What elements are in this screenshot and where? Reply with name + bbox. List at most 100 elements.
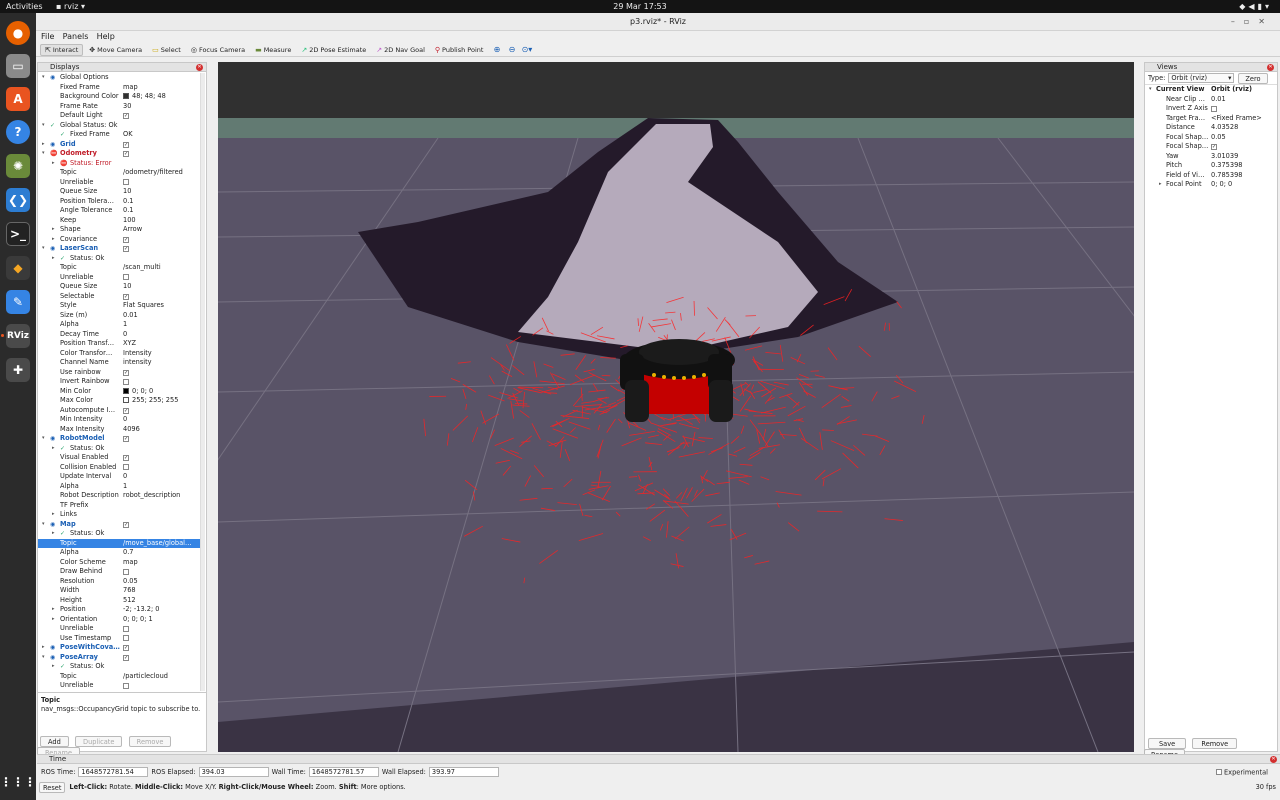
view-property-value-cell[interactable]: Orbit (rviz) xyxy=(1211,85,1273,95)
checkbox[interactable] xyxy=(123,274,129,280)
display-property-row[interactable]: ▸ ✓ Status: Ok xyxy=(38,529,201,539)
chevron-right-icon[interactable]: ▸ xyxy=(1159,180,1162,190)
zero-button[interactable]: Zero xyxy=(1238,72,1268,84)
chevron-down-icon[interactable]: ▾ xyxy=(42,434,45,444)
checkbox[interactable] xyxy=(1211,105,1217,112)
checkbox[interactable]: ✓ xyxy=(123,246,129,252)
display-property-row[interactable]: ▸ ◉ PoseWithCova… ✓ xyxy=(38,643,201,653)
chevron-right-icon[interactable]: ▸ xyxy=(52,529,55,539)
checkbox[interactable]: ✓ xyxy=(123,645,129,651)
focus-camera-tool[interactable]: ◎ Focus Camera xyxy=(187,44,249,56)
property-value-cell[interactable] xyxy=(123,273,201,283)
chevron-down-icon[interactable]: ▾ xyxy=(42,73,45,83)
chevron-down-icon[interactable]: ▾ xyxy=(42,244,45,254)
view-property-row[interactable]: Focal Shap… ✓ xyxy=(1145,142,1277,152)
property-value-cell[interactable]: ✓ xyxy=(123,643,201,653)
property-value-cell[interactable]: ✓ xyxy=(123,368,201,378)
property-value-cell[interactable]: 0.05 xyxy=(123,577,201,587)
view-property-value-cell[interactable]: 0.375398 xyxy=(1211,161,1273,171)
display-property-row[interactable]: Topic/odometry/filtered xyxy=(38,168,201,178)
menu-file[interactable]: File xyxy=(41,31,54,43)
sublime-icon[interactable]: ◆ xyxy=(6,256,30,280)
property-value-cell[interactable]: 30 xyxy=(123,102,201,112)
close-icon[interactable]: ✕ xyxy=(1267,64,1274,71)
clock[interactable]: 29 Mar 17:53 xyxy=(0,2,1280,11)
property-value-cell[interactable]: ✓ xyxy=(123,235,201,245)
help-icon[interactable]: ? xyxy=(6,120,30,144)
display-property-row[interactable]: Position Transf… XYZ xyxy=(38,339,201,349)
view-property-value-cell[interactable]: 0.01 xyxy=(1211,95,1273,105)
display-property-row[interactable]: ▸ ✓ Status: Ok xyxy=(38,254,201,264)
property-value-cell[interactable] xyxy=(123,444,201,454)
display-property-row[interactable]: ▸ Orientation 0; 0; 0; 1 xyxy=(38,615,201,625)
display-property-row[interactable]: Unreliable xyxy=(38,681,201,691)
remove-tool-icon[interactable]: ⊖ xyxy=(504,45,519,54)
settings-icon[interactable]: ✺ xyxy=(6,154,30,178)
3d-viewport[interactable] xyxy=(218,62,1134,752)
display-property-row[interactable]: ▾ ◉ PoseArray ✓ xyxy=(38,653,201,663)
checkbox[interactable] xyxy=(123,179,129,185)
chevron-right-icon[interactable]: ▸ xyxy=(52,615,55,625)
display-property-row[interactable]: Alpha 1 xyxy=(38,320,201,330)
menu-help[interactable]: Help xyxy=(97,31,115,43)
checkbox[interactable]: ✓ xyxy=(123,436,129,442)
display-property-row[interactable]: Queue Size 10 xyxy=(38,187,201,197)
checkbox[interactable]: ✓ xyxy=(123,236,129,243)
display-property-row[interactable]: Topic/scan_multi xyxy=(38,263,201,273)
terminal-icon[interactable]: >_ xyxy=(6,222,30,246)
display-property-row[interactable]: Use Timestamp xyxy=(38,634,201,644)
property-value-cell[interactable]: ✓ xyxy=(123,111,201,121)
close-icon[interactable]: ✕ xyxy=(196,64,203,71)
3d-scene[interactable] xyxy=(218,62,1134,752)
display-property-row[interactable]: Default Light ✓ xyxy=(38,111,201,121)
property-value-cell[interactable]: 0.7 xyxy=(123,548,201,558)
property-value-cell[interactable]: Flat Squares xyxy=(123,301,201,311)
property-value-cell[interactable]: 10 xyxy=(123,187,201,197)
property-value-cell[interactable]: 255; 255; 255 xyxy=(123,396,201,406)
property-value-cell[interactable]: /move_base/global… xyxy=(123,539,201,549)
property-value-cell[interactable] xyxy=(123,121,201,131)
game-icon[interactable]: ✚ xyxy=(6,358,30,382)
wall-elapsed-field[interactable]: 393.97 xyxy=(428,767,499,777)
remove-view-button[interactable]: Remove xyxy=(1192,738,1238,749)
property-value-cell[interactable]: Arrow xyxy=(123,225,201,235)
display-property-row[interactable]: Angle Tolerance 0.1 xyxy=(38,206,201,216)
checkbox[interactable]: ✓ xyxy=(123,369,129,376)
view-property-row[interactable]: ▾ Current View Orbit (rviz) xyxy=(1145,85,1277,95)
property-value-cell[interactable]: Intensity xyxy=(123,349,201,359)
property-value-cell[interactable] xyxy=(123,624,201,634)
property-value-cell[interactable]: 0.01 xyxy=(123,311,201,321)
measure-tool[interactable]: ▬ Measure xyxy=(251,44,295,56)
chevron-right-icon[interactable]: ▸ xyxy=(52,605,55,615)
display-property-row[interactable]: ▸ ✓ Status: Ok xyxy=(38,444,201,454)
ros-elapsed-field[interactable]: 394.03 xyxy=(198,767,269,777)
property-value-cell[interactable] xyxy=(123,463,201,473)
view-property-row[interactable]: Pitch 0.375398 xyxy=(1145,161,1277,171)
checkbox[interactable]: ✓ xyxy=(1211,144,1217,150)
property-value-cell[interactable]: ✓ xyxy=(123,453,201,463)
view-property-row[interactable]: Distance 4.03528 xyxy=(1145,123,1277,133)
display-property-row[interactable]: ▾ ◉ Map ✓ xyxy=(38,520,201,530)
chevron-right-icon[interactable]: ▸ xyxy=(52,662,55,672)
view-property-row[interactable]: Yaw 3.01039 xyxy=(1145,152,1277,162)
remove-display-button[interactable]: Remove xyxy=(128,736,172,747)
display-property-row[interactable]: Channel Name intensity xyxy=(38,358,201,368)
add-tool-icon[interactable]: ⊕ xyxy=(489,45,504,54)
chevron-right-icon[interactable]: ▸ xyxy=(52,444,55,454)
property-value-cell[interactable]: XYZ xyxy=(123,339,201,349)
property-value-cell[interactable]: /particlecloud xyxy=(123,672,201,682)
view-property-row[interactable]: Focal Shap… 0.05 xyxy=(1145,133,1277,143)
close-icon[interactable]: ✕ xyxy=(1270,756,1277,763)
view-property-row[interactable]: ▸ Focal Point 0; 0; 0 xyxy=(1145,180,1277,190)
view-property-value-cell[interactable]: <Fixed Frame> xyxy=(1211,114,1273,124)
checkbox[interactable]: ✓ xyxy=(123,141,129,148)
display-property-row[interactable]: TF Prefix xyxy=(38,501,201,511)
property-value-cell[interactable]: 1 xyxy=(123,482,201,492)
display-property-row[interactable]: ▸ Position -2; -13.2; 0 xyxy=(38,605,201,615)
display-property-row[interactable]: ▸ Covariance ✓ xyxy=(38,235,201,245)
display-property-row[interactable]: Width 768 xyxy=(38,586,201,596)
property-value-cell[interactable]: /odometry/filtered xyxy=(123,168,201,178)
property-value-cell[interactable] xyxy=(123,567,201,577)
software-icon[interactable]: A xyxy=(6,87,30,111)
checkbox[interactable]: ✓ xyxy=(123,521,129,528)
